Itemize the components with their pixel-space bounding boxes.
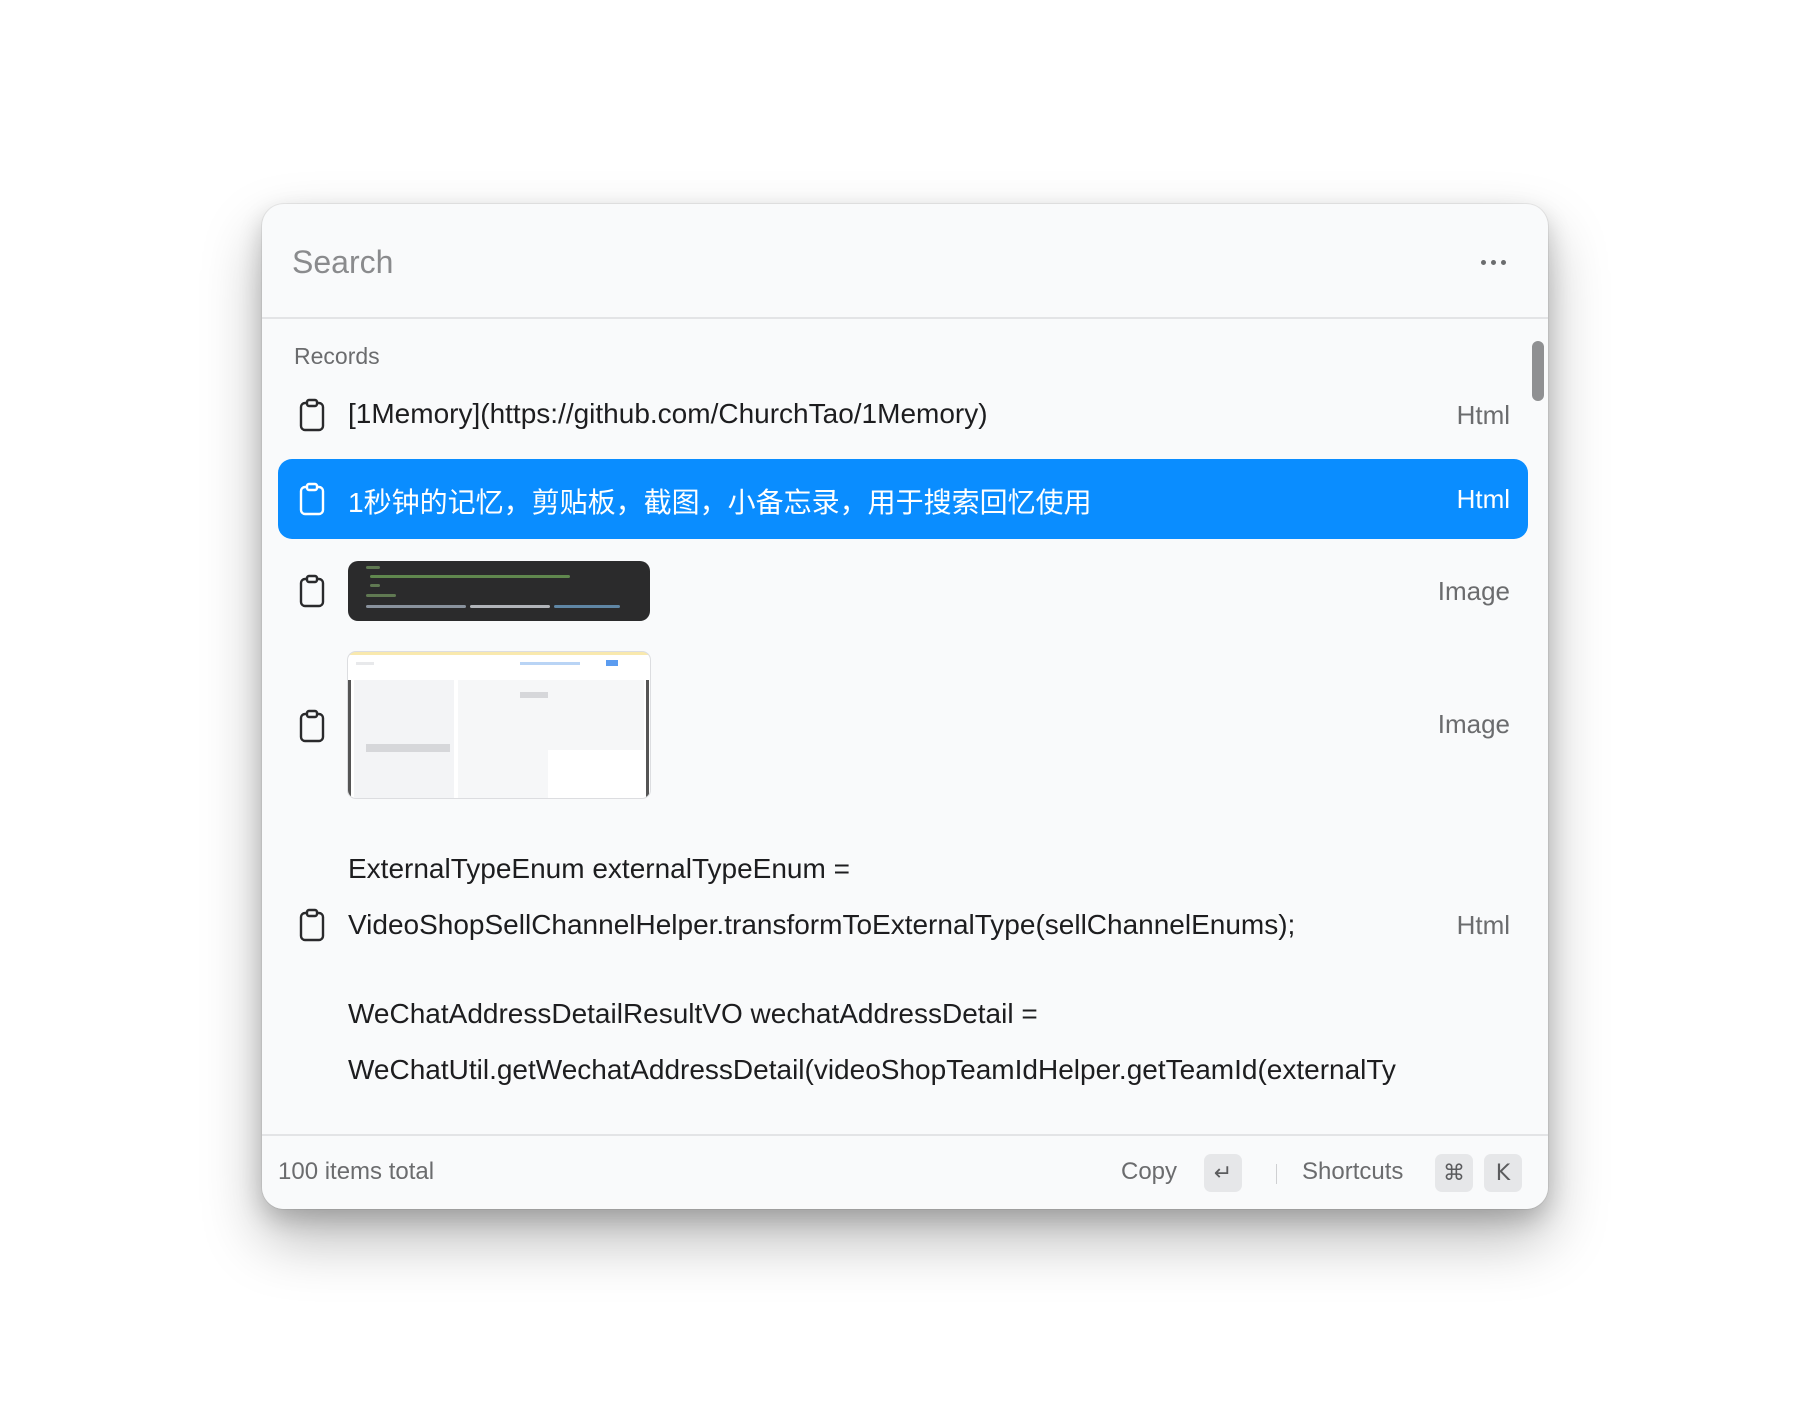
return-key-icon: ↵ [1204,1154,1242,1192]
record-text: [1Memory](https://github.com/ChurchTao/1… [348,398,988,429]
record-text: 1秒钟的记忆，剪贴板，截图，小备忘录，用于搜索回忆使用 [348,487,1092,518]
clipboard-icon [299,482,325,516]
record-item-4[interactable]: Image [278,643,1528,809]
k-key: K [1484,1154,1522,1192]
record-code-line: WeChatAddressDetailResultVO wechatAddres… [348,998,1038,1029]
search-bar [262,204,1548,319]
clipboard-icon [299,908,325,942]
section-label-records: Records [294,343,380,369]
more-horizontal-icon [1480,259,1486,265]
clipboard-icon [299,398,325,432]
clipboard-window: Records [1Memory](https://github.com/Chu… [262,204,1548,1209]
scrollbar-thumb[interactable] [1532,341,1544,401]
record-code-line: ExternalTypeEnum externalTypeEnum = [348,853,850,884]
record-item-2[interactable]: 1秒钟的记忆，剪贴板，截图，小备忘录，用于搜索回忆使用 Html [278,459,1528,539]
record-type: Image [1437,709,1510,739]
more-dot [1490,259,1496,265]
shortcuts-action[interactable]: Shortcuts [1302,1158,1403,1186]
record-type: Image [1437,576,1510,606]
clipboard-icon [299,574,325,608]
record-type: Html [1456,910,1510,940]
more-options-button[interactable] [1468,244,1518,280]
items-total: 100 items total [278,1158,435,1185]
record-item-1[interactable]: [1Memory](https://github.com/ChurchTao/1… [278,384,1528,446]
more-dot [1500,259,1506,265]
clipboard-icon [299,709,325,743]
command-key-icon: ⌘ [1435,1154,1473,1192]
footer-divider [1276,1164,1277,1184]
record-type: Html [1456,484,1510,514]
image-thumbnail-code [348,561,650,621]
record-item-5[interactable]: ExternalTypeEnum externalTypeEnum = Vide… [278,822,1528,1134]
image-thumbnail-screenshot [348,652,650,798]
record-type: Html [1456,400,1510,430]
records-list[interactable]: Records [1Memory](https://github.com/Chu… [262,319,1548,1134]
record-item-3[interactable]: Image [278,552,1528,630]
record-code-line: WeChatUtil.getWechatAddressDetail(videoS… [348,1054,1396,1085]
copy-action[interactable]: Copy [1121,1158,1177,1186]
search-input[interactable] [292,232,1392,292]
record-code-line: VideoShopSellChannelHelper.transformToEx… [348,909,1296,940]
footer-bar: 100 items total Copy ↵ Shortcuts ⌘ K [262,1134,1548,1209]
